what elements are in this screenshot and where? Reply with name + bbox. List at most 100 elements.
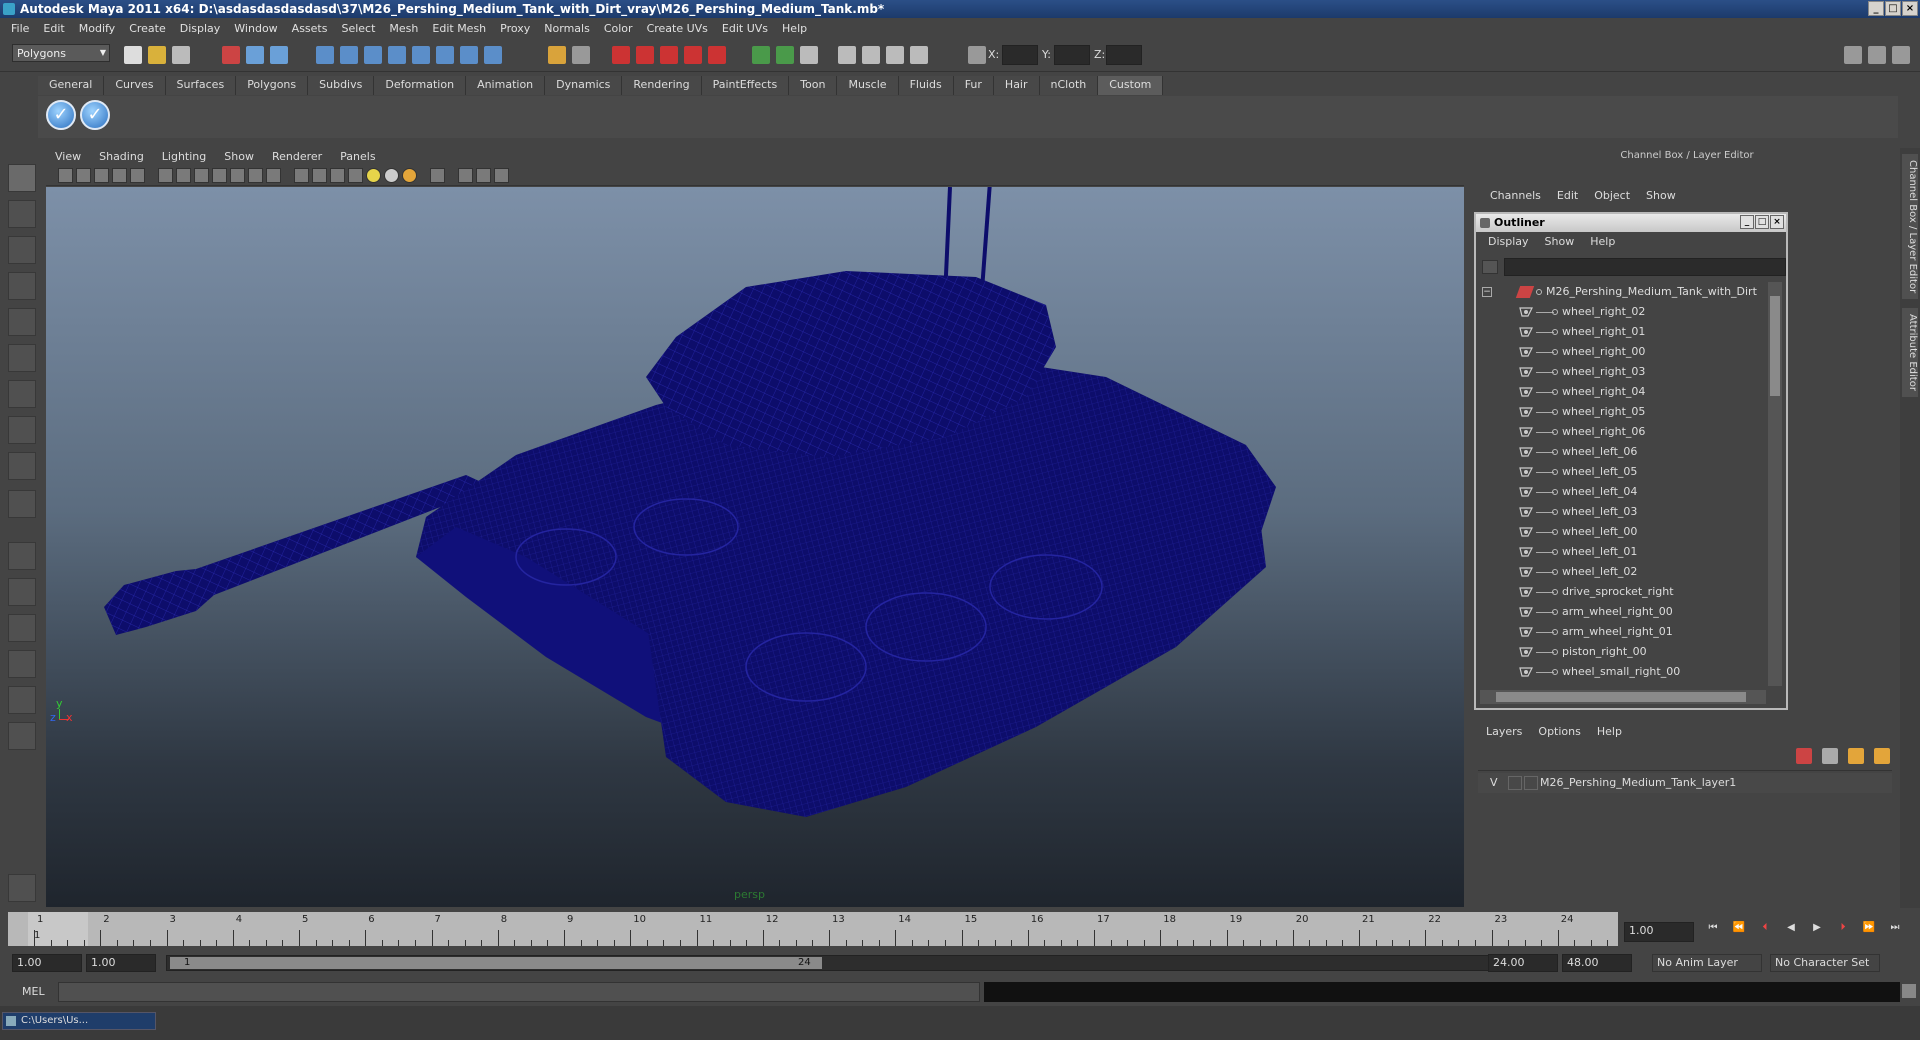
- scale-tool-icon[interactable]: [8, 344, 36, 372]
- outliner-horizontal-scrollbar[interactable]: [1480, 690, 1766, 704]
- outliner-item[interactable]: wheel_left_03: [1480, 502, 1766, 522]
- two-d-pan-icon[interactable]: [130, 168, 145, 183]
- menu-create[interactable]: Create: [122, 22, 173, 35]
- step-forward-key-icon[interactable]: ⏵: [1836, 922, 1850, 936]
- menu-create-uvs[interactable]: Create UVs: [640, 22, 715, 35]
- layer-color-swatch[interactable]: [1524, 776, 1538, 790]
- grid-icon[interactable]: [158, 168, 173, 183]
- snap-grid-icon[interactable]: [316, 46, 334, 64]
- outliner-item[interactable]: wheel_right_02: [1480, 302, 1766, 322]
- outliner-root-row[interactable]: − M26_Pershing_Medium_Tank_with_Dirt: [1480, 282, 1766, 302]
- camera-select-icon[interactable]: [58, 168, 73, 183]
- viewport-menu-lighting[interactable]: Lighting: [153, 150, 215, 163]
- snap-plane-icon[interactable]: [388, 46, 406, 64]
- open-scene-icon[interactable]: [148, 46, 166, 64]
- attribute-icon[interactable]: [800, 46, 818, 64]
- close-button[interactable]: ×: [1902, 1, 1918, 16]
- outliner-item[interactable]: piston_right_00: [1480, 642, 1766, 662]
- anim-layer-dropdown[interactable]: No Anim Layer: [1652, 954, 1762, 972]
- z-field[interactable]: [1106, 45, 1142, 65]
- outliner-item[interactable]: wheel_left_01: [1480, 542, 1766, 562]
- layer-type-toggle[interactable]: [1508, 776, 1522, 790]
- layout-outliner-icon[interactable]: [8, 686, 36, 714]
- command-language-label[interactable]: MEL: [22, 985, 45, 998]
- history-icon[interactable]: [436, 46, 454, 64]
- menu-color[interactable]: Color: [597, 22, 640, 35]
- viewport-menu-panels[interactable]: Panels: [331, 150, 384, 163]
- relative-mode-icon[interactable]: [838, 46, 856, 64]
- step-back-icon[interactable]: ⏪: [1732, 922, 1746, 936]
- channel-box-menu-channels[interactable]: Channels: [1482, 189, 1549, 202]
- backface-culling-icon[interactable]: [494, 168, 509, 183]
- play-forward-icon[interactable]: ▶: [1810, 922, 1824, 936]
- viewport-menu-renderer[interactable]: Renderer: [263, 150, 331, 163]
- shelf-tab-custom[interactable]: Custom: [1098, 76, 1164, 95]
- shadows-icon[interactable]: [402, 168, 417, 183]
- outliner-item[interactable]: wheel_right_03: [1480, 362, 1766, 382]
- safe-action-icon[interactable]: [248, 168, 263, 183]
- outliner-item[interactable]: wheel_small_right_00: [1480, 662, 1766, 682]
- shelf-tab-rendering[interactable]: Rendering: [622, 76, 702, 95]
- layer-star-alt-icon[interactable]: [1874, 748, 1890, 764]
- animation-end-field[interactable]: 48.00: [1562, 954, 1632, 972]
- shelf-tab-animation[interactable]: Animation: [466, 76, 546, 95]
- x-field[interactable]: [1002, 45, 1038, 65]
- outliner-item[interactable]: wheel_right_06: [1480, 422, 1766, 442]
- outliner-item[interactable]: wheel_left_02: [1480, 562, 1766, 582]
- menu-mesh[interactable]: Mesh: [382, 22, 425, 35]
- outliner-item[interactable]: wheel_left_05: [1480, 462, 1766, 482]
- mode-dropdown[interactable]: Polygons ▼: [12, 44, 110, 62]
- toggle-channel-box-icon[interactable]: [1844, 46, 1862, 64]
- go-to-start-icon[interactable]: ⏮: [1706, 922, 1720, 936]
- menu-proxy[interactable]: Proxy: [493, 22, 537, 35]
- side-tab-channel-box[interactable]: Channel Box / Layer Editor: [1902, 154, 1918, 300]
- image-plane-icon[interactable]: [112, 168, 127, 183]
- viewport-menu-view[interactable]: View: [46, 150, 90, 163]
- smooth-shade-icon[interactable]: [312, 168, 327, 183]
- layout-single-icon[interactable]: [8, 542, 36, 570]
- show-manipulator-icon[interactable]: [8, 452, 36, 480]
- shelf-check-button-1[interactable]: ✓: [46, 100, 76, 130]
- side-tab-attribute-editor[interactable]: Attribute Editor: [1902, 308, 1918, 397]
- shelf-tab-fur[interactable]: Fur: [953, 76, 994, 95]
- outliner-menu-show[interactable]: Show: [1537, 235, 1583, 248]
- time-slider[interactable]: 1 1 2 3 4 5 6 7 8 9 10 11 12 13 14 15 16 17 18 19 20 21 22 23 2…: [8, 912, 1618, 946]
- go-to-end-icon[interactable]: ⏭: [1888, 922, 1902, 936]
- menu-help[interactable]: Help: [775, 22, 814, 35]
- shelf-tab-ncloth[interactable]: nCloth: [1039, 76, 1099, 95]
- outliner-item[interactable]: wheel_right_05: [1480, 402, 1766, 422]
- outliner-hscroll-thumb[interactable]: [1496, 692, 1746, 702]
- menu-edit-mesh[interactable]: Edit Mesh: [425, 22, 493, 35]
- outliner-vertical-scrollbar[interactable]: [1768, 282, 1782, 686]
- layout-two-icon[interactable]: [8, 614, 36, 642]
- command-input[interactable]: [58, 982, 980, 1002]
- script-editor-icon[interactable]: [1902, 984, 1916, 998]
- textured-icon[interactable]: [348, 168, 363, 183]
- lock-toolbox-icon[interactable]: [8, 874, 36, 902]
- channel-box-menu-object[interactable]: Object: [1586, 189, 1638, 202]
- menu-edit[interactable]: Edit: [36, 22, 71, 35]
- playback-end-field[interactable]: 24.00: [1488, 954, 1558, 972]
- animation-start-field[interactable]: 1.00: [12, 954, 82, 972]
- outliner-item[interactable]: wheel_right_00: [1480, 342, 1766, 362]
- selection-mask-icon[interactable]: [572, 46, 590, 64]
- wireframe-on-shaded-icon[interactable]: [330, 168, 345, 183]
- outliner-item[interactable]: wheel_left_00: [1480, 522, 1766, 542]
- select-hierarchy-icon[interactable]: [222, 46, 240, 64]
- step-back-key-icon[interactable]: ⏴: [1758, 922, 1772, 936]
- shelf-tab-dynamics[interactable]: Dynamics: [545, 76, 623, 95]
- shelf-tab-hair[interactable]: Hair: [993, 76, 1040, 95]
- new-layer-selected-icon[interactable]: [1822, 748, 1838, 764]
- menu-window[interactable]: Window: [227, 22, 284, 35]
- layout-four-icon[interactable]: [8, 578, 36, 606]
- outliner-item[interactable]: wheel_left_04: [1480, 482, 1766, 502]
- menu-normals[interactable]: Normals: [537, 22, 597, 35]
- taskbar-item[interactable]: C:\Users\Us...: [2, 1012, 156, 1030]
- outliner-menu-help[interactable]: Help: [1582, 235, 1623, 248]
- play-backward-icon[interactable]: ◀: [1784, 922, 1798, 936]
- render-view-icon[interactable]: [708, 46, 726, 64]
- soft-modification-icon[interactable]: [8, 416, 36, 444]
- help-icon[interactable]: [484, 46, 502, 64]
- minimize-button[interactable]: _: [1868, 1, 1884, 16]
- shelf-tab-subdivs[interactable]: Subdivs: [308, 76, 375, 95]
